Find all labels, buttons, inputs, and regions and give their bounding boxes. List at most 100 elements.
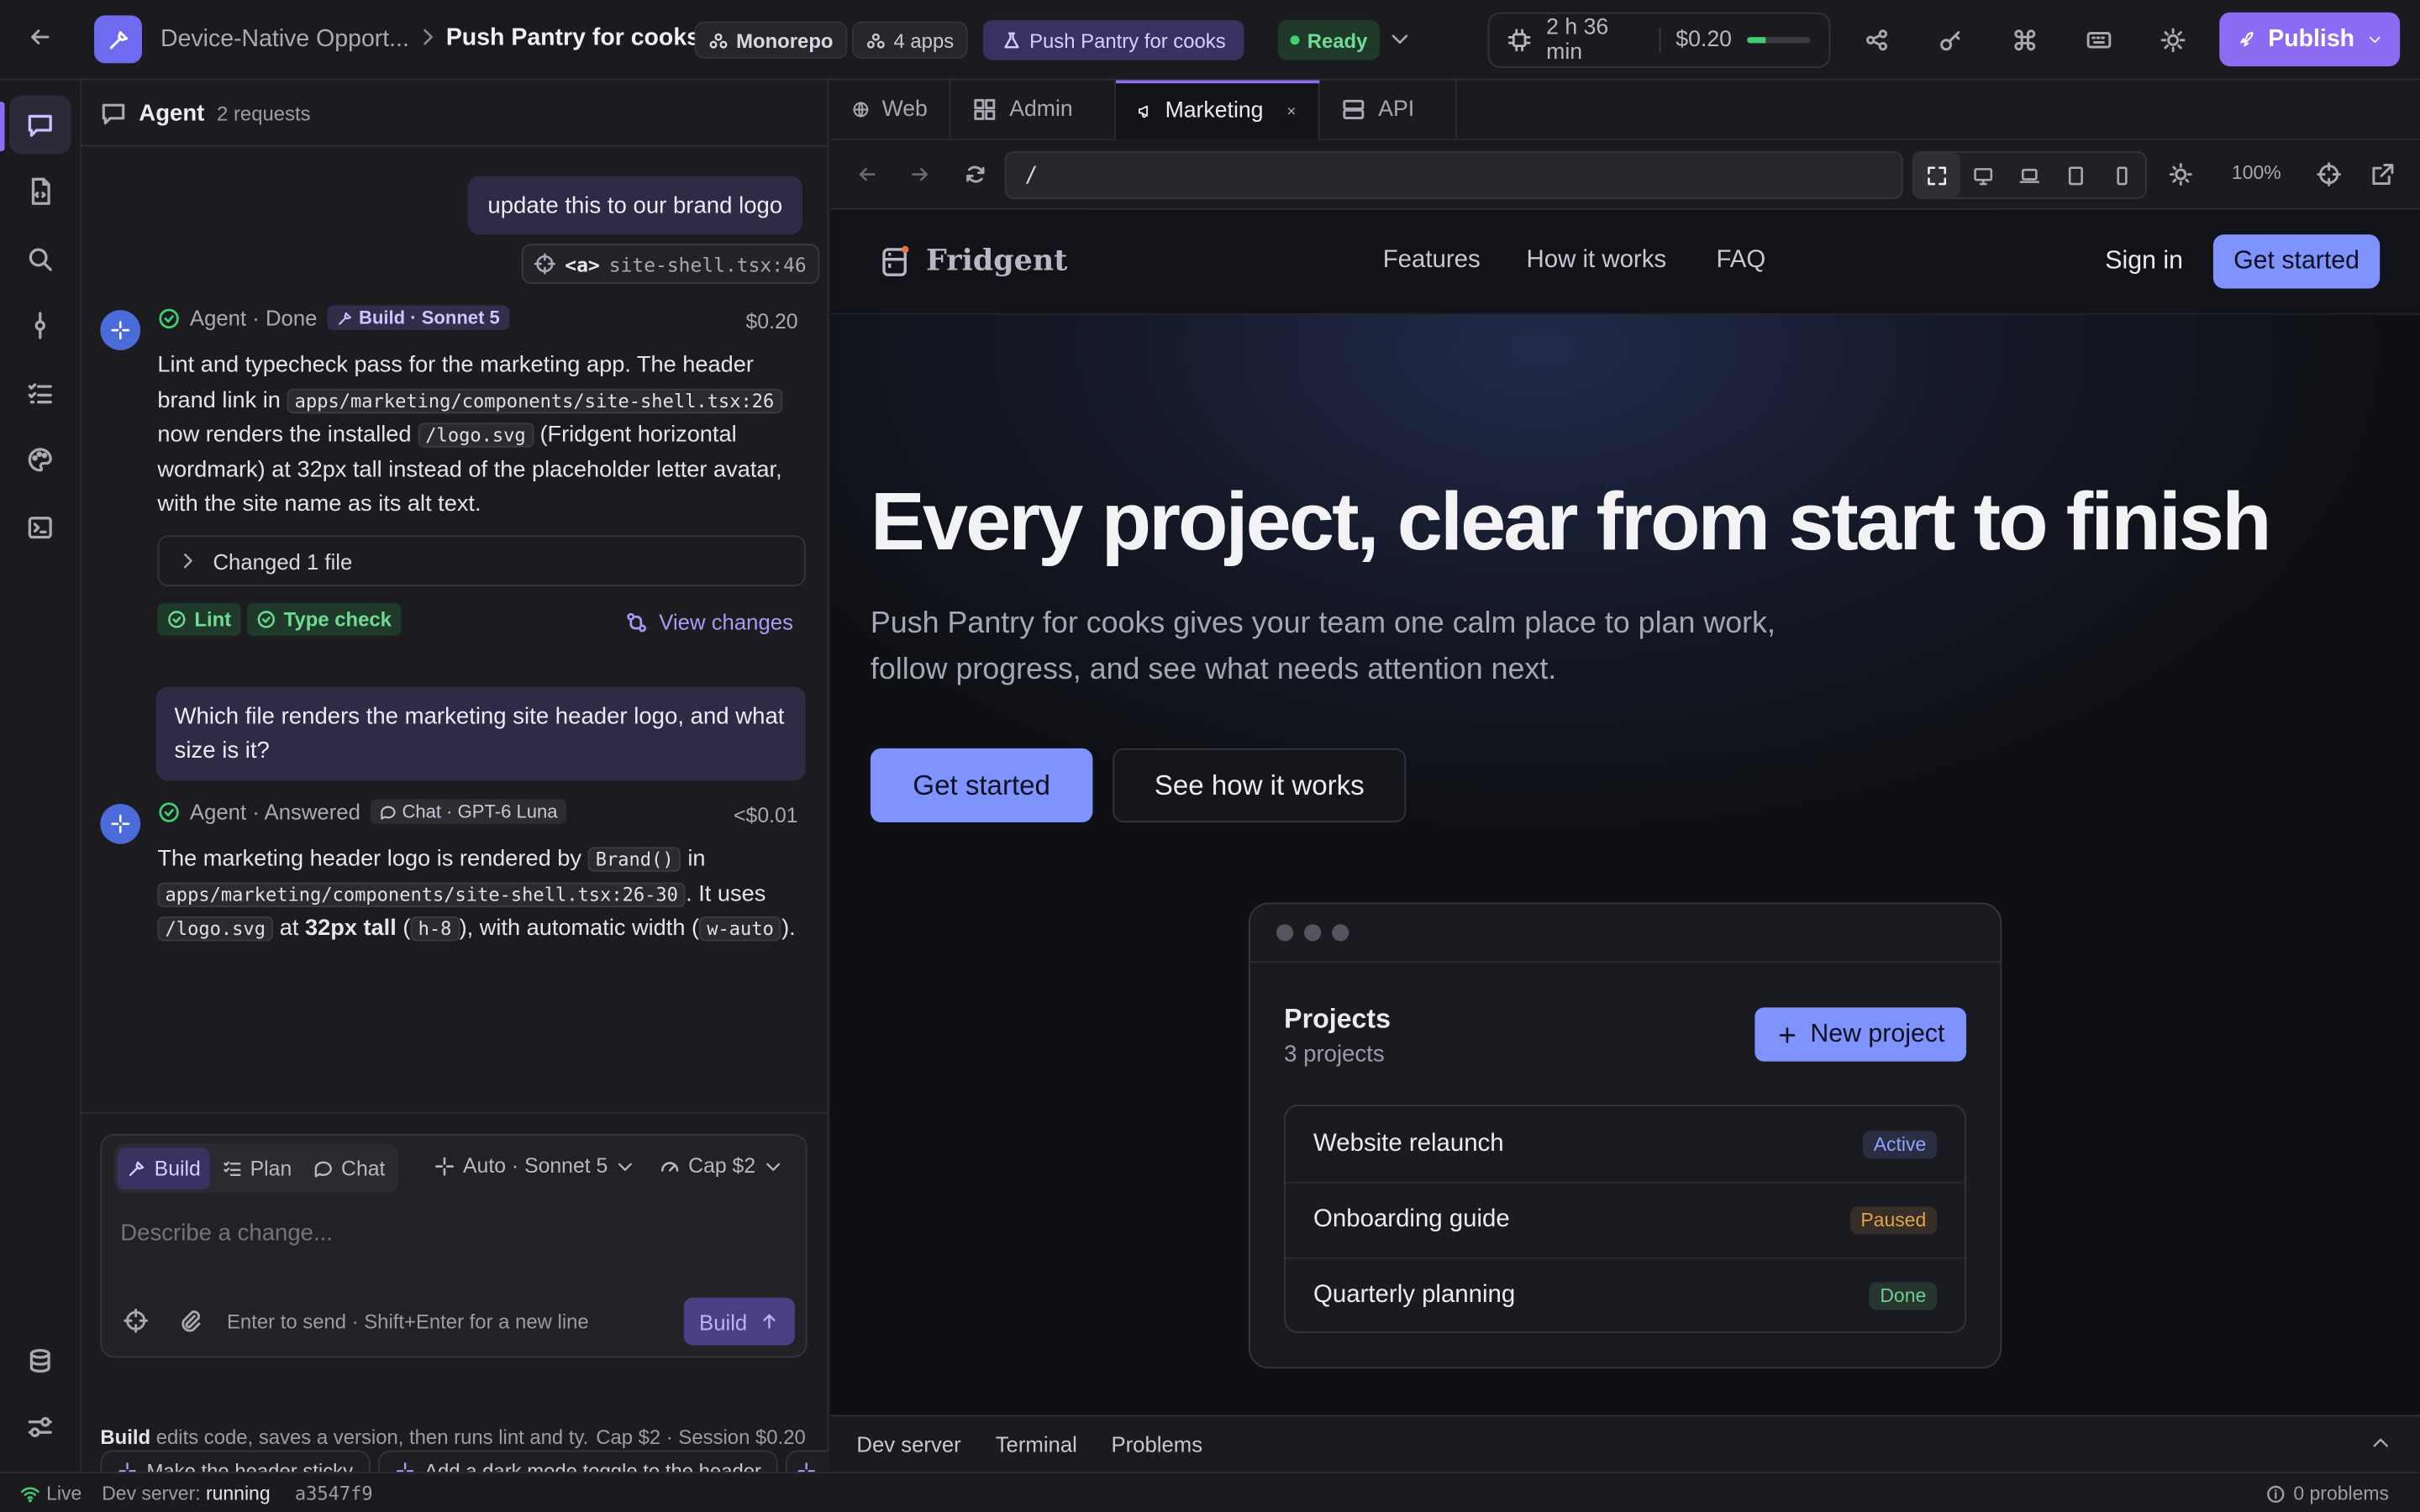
settings-sliders-icon[interactable] <box>9 1398 71 1457</box>
tab-web[interactable]: Web <box>830 80 951 139</box>
app-logo-icon <box>94 15 142 64</box>
url-bar[interactable]: / <box>1004 151 1903 199</box>
tab-dev-server[interactable]: Dev server <box>856 1431 960 1456</box>
share-icon[interactable] <box>1865 28 1889 52</box>
tab-api[interactable]: API <box>1319 80 1457 139</box>
publish-button[interactable]: Publish <box>2219 12 2401 66</box>
refresh-icon[interactable] <box>963 162 987 186</box>
projects-title: Projects <box>1284 1002 1392 1034</box>
search-icon[interactable] <box>9 230 71 289</box>
view-changes-link[interactable]: View changes <box>625 610 793 634</box>
nav-how-it-works[interactable]: How it works <box>1527 247 1667 275</box>
header-get-started-button[interactable]: Get started <box>2212 234 2381 289</box>
database-icon[interactable] <box>9 1331 71 1390</box>
external-link-icon[interactable] <box>2370 162 2395 186</box>
code-path: apps/marketing/components/site-shell.tsx… <box>287 387 782 413</box>
nav-features[interactable]: Features <box>1383 247 1481 275</box>
forward-icon[interactable] <box>909 164 931 186</box>
tablet-icon[interactable] <box>2053 153 2099 197</box>
tab-marketing[interactable]: Marketing <box>1115 80 1320 141</box>
agent-message-body: The marketing header logo is rendered by… <box>157 843 805 947</box>
chat-bubble-icon <box>380 805 395 819</box>
live-label: Live <box>46 1483 82 1504</box>
terminal-icon[interactable] <box>9 498 71 557</box>
app-selector-pill[interactable]: Push Pantry for cooks <box>983 19 1244 60</box>
fullscreen-icon[interactable] <box>1913 152 1960 198</box>
cap-selector[interactable]: Cap $2 <box>659 1154 781 1177</box>
message-cost: <$0.01 <box>734 803 798 827</box>
zoom-level[interactable]: 100% <box>2232 162 2281 184</box>
laptop-icon[interactable] <box>2007 153 2053 197</box>
commit-hash[interactable]: a3547f9 <box>295 1483 373 1504</box>
project-row[interactable]: Website relaunch Active <box>1286 1106 1965 1182</box>
sun-icon[interactable] <box>2160 28 2186 53</box>
chevron-down-icon[interactable] <box>1389 28 1411 50</box>
keyboard-icon[interactable] <box>2086 28 2112 52</box>
message-text: now renders the installed <box>157 423 412 448</box>
key-icon[interactable] <box>1939 28 1963 52</box>
close-icon[interactable] <box>1285 101 1297 119</box>
git-commit-icon[interactable] <box>9 297 71 355</box>
chevron-up-icon[interactable] <box>2370 1433 2391 1453</box>
mode-plan-label: Plan <box>250 1156 292 1180</box>
prompt-input[interactable] <box>120 1210 785 1255</box>
paperclip-icon[interactable] <box>177 1309 202 1333</box>
files-icon[interactable] <box>9 162 71 221</box>
chat-bubble-icon <box>314 1160 333 1177</box>
project-row[interactable]: Quarterly planning Done <box>1286 1257 1965 1331</box>
lint-badge: Lint <box>157 603 241 636</box>
footer-desc: edits code, saves a version, then runs l… <box>155 1425 588 1449</box>
chat-icon <box>102 103 125 125</box>
phone-icon[interactable] <box>2099 153 2145 197</box>
monorepo-badge[interactable]: Monorepo <box>694 21 848 59</box>
crosshair-icon[interactable] <box>124 1308 148 1333</box>
usage-meter[interactable]: 2 h 36 min $0.20 <box>1487 12 1831 68</box>
theme-toggle-icon[interactable] <box>2169 162 2193 186</box>
message-text: The marketing header logo is rendered by <box>157 847 581 872</box>
active-tab-indicator <box>1115 80 1320 84</box>
chevron-down-icon <box>618 1162 632 1170</box>
send-label: Build <box>699 1309 748 1334</box>
agent-avatar <box>100 803 141 844</box>
message-text: ), with automatic width ( <box>459 916 700 942</box>
breadcrumb-app[interactable]: Push Pantry for cooks <box>446 24 700 52</box>
back-arrow-icon[interactable] <box>28 24 52 49</box>
desktop-icon[interactable] <box>1960 153 2007 197</box>
hero-get-started-button[interactable]: Get started <box>870 748 1093 822</box>
nav-faq[interactable]: FAQ <box>1716 247 1765 275</box>
changed-files-toggle[interactable]: Changed 1 file <box>157 535 806 586</box>
palette-icon[interactable] <box>9 430 71 489</box>
mode-build-tab[interactable]: Build <box>117 1147 210 1189</box>
hero-how-it-works-button[interactable]: See how it works <box>1113 748 1407 822</box>
checklist-icon[interactable] <box>9 364 71 423</box>
tab-terminal[interactable]: Terminal <box>996 1431 1077 1456</box>
crosshair-icon <box>534 253 555 275</box>
tab-admin[interactable]: Admin <box>950 80 1116 139</box>
message-text: ( <box>402 916 411 942</box>
chat-icon[interactable] <box>9 95 71 155</box>
mode-plan-tab[interactable]: Plan <box>213 1147 302 1189</box>
divider <box>82 1112 829 1115</box>
element-reference[interactable]: <a> site-shell.tsx:46 <box>521 244 819 284</box>
preview-tabs: Web Admin Marketing API <box>830 80 2420 141</box>
sign-in-link[interactable]: Sign in <box>2105 247 2183 276</box>
url-text: / <box>1024 162 1039 188</box>
site-brand-link[interactable]: Fridgent <box>880 242 1067 279</box>
session-cap: Cap $2 · Session $0.20 <box>596 1425 806 1449</box>
back-icon[interactable] <box>856 164 878 186</box>
inspect-icon[interactable] <box>2317 162 2341 186</box>
problems-indicator[interactable]: 0 problems <box>2265 1483 2389 1504</box>
changed-files-label: Changed 1 file <box>213 548 353 574</box>
mode-label: Build · Sonnet 5 <box>359 307 500 329</box>
apps-icon <box>866 32 885 48</box>
new-project-button[interactable]: New project <box>1754 1007 1967 1062</box>
apps-count-badge[interactable]: 4 apps <box>851 21 968 59</box>
breadcrumb-project[interactable]: Device-Native Opport... <box>160 26 409 54</box>
mode-chat-tab[interactable]: Chat <box>304 1147 395 1189</box>
message-text: ). <box>781 916 796 942</box>
project-row[interactable]: Onboarding guide Paused <box>1286 1181 1965 1257</box>
tab-problems[interactable]: Problems <box>1111 1431 1202 1456</box>
model-selector[interactable]: Auto · Sonnet 5 <box>434 1154 634 1177</box>
command-icon[interactable] <box>2012 28 2037 52</box>
send-button[interactable]: Build <box>683 1297 795 1346</box>
